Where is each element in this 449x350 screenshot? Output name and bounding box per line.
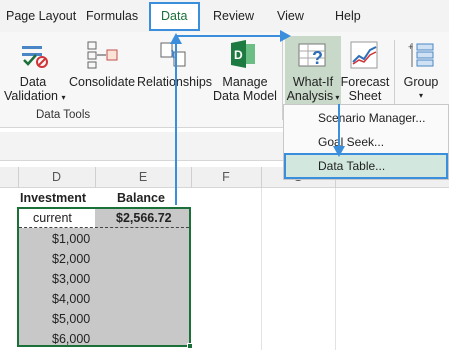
annotation-arrows xyxy=(170,30,345,205)
